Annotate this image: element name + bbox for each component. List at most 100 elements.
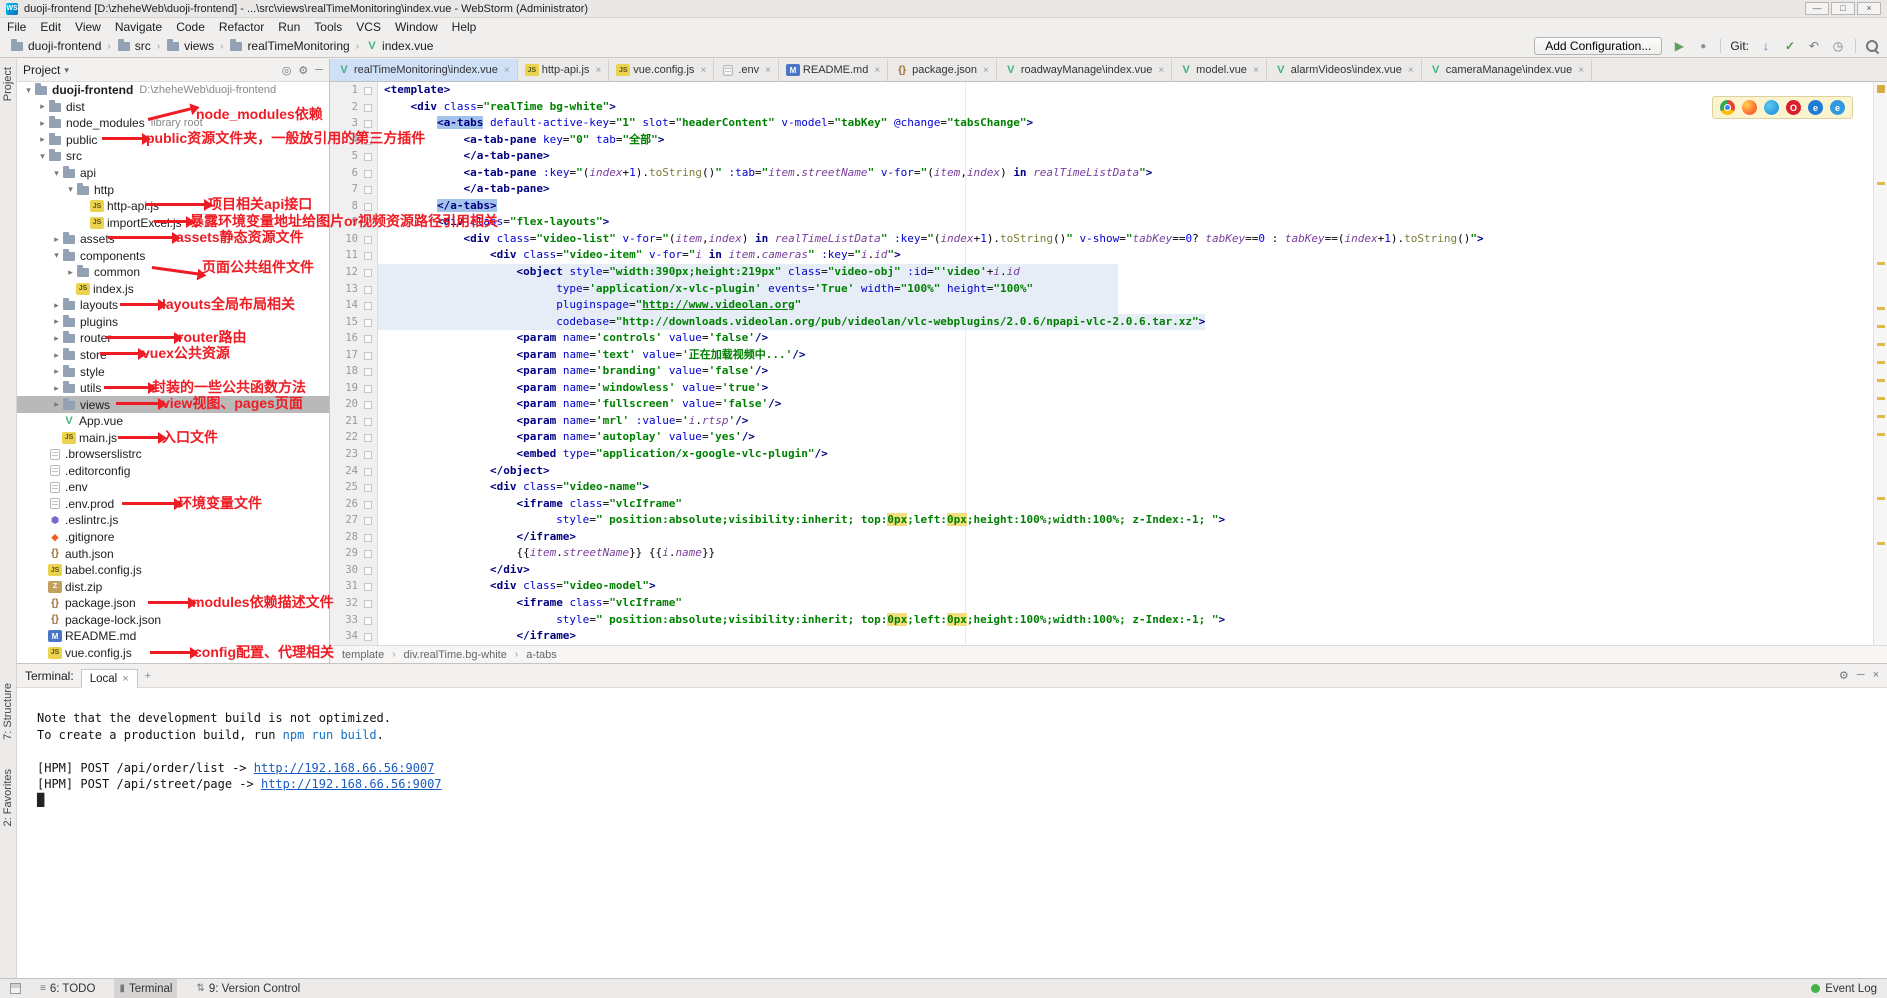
tab-close-icon[interactable]: × [1578,65,1584,76]
fold-marker[interactable] [362,214,373,231]
code-line[interactable]: 32 <iframe class="vlcIframe" [330,595,1887,612]
statusbar-item-terminal[interactable]: ▮Terminal [114,979,177,998]
fold-marker[interactable] [362,612,373,629]
chrome-icon[interactable] [1720,100,1735,115]
code-line[interactable]: 13 type='application/x-vlc-plugin' event… [330,281,1887,298]
close-icon[interactable]: × [1857,2,1881,15]
fold-marker[interactable] [362,132,373,149]
add-configuration-button[interactable]: Add Configuration... [1534,37,1662,55]
tree-item[interactable]: ⬢.eslintrc.js [17,512,329,529]
fold-marker[interactable] [362,247,373,264]
opera-icon[interactable]: O [1786,100,1801,115]
ie-icon[interactable]: e [1808,100,1823,115]
code-line[interactable]: 3 <a-tabs default-active-key="1" slot="h… [330,115,1887,132]
tab-close-icon[interactable]: × [700,65,706,76]
minimize-icon[interactable]: ─ [1857,669,1865,682]
statusbar-item-version-control[interactable]: ⇅9: Version Control [191,979,305,998]
tree-item[interactable]: ▸node_moduleslibrary root [17,115,329,132]
terminal-link[interactable]: http://192.168.66.56:9007 [254,761,435,775]
close-icon[interactable]: × [122,673,128,685]
terminal-line[interactable]: [HPM] POST /api/street/page -> http://19… [37,776,1887,792]
tree-item[interactable]: ▸router [17,330,329,347]
new-terminal-icon[interactable]: + [145,670,151,682]
editor-tab[interactable]: JShttp-api.js× [518,59,610,81]
settings-icon[interactable]: ⚙ [298,64,308,77]
tree-item[interactable]: ▸views [17,396,329,413]
code-line[interactable]: 27 style=" position:absolute;visibility:… [330,512,1887,529]
code-line[interactable]: 5 </a-tab-pane> [330,148,1887,165]
chevron-collapsed-icon[interactable]: ▸ [51,316,62,327]
event-log-icon[interactable] [1811,984,1820,993]
tree-item[interactable]: ▸utils [17,380,329,397]
tree-item[interactable]: {}auth.json [17,545,329,562]
terminal-link[interactable]: http://192.168.66.56:9007 [261,777,442,791]
menu-item-run[interactable]: Run [271,20,307,34]
fold-marker[interactable] [362,347,373,364]
chevron-collapsed-icon[interactable]: ▸ [51,333,62,344]
fold-marker[interactable] [362,380,373,397]
code-line[interactable]: 21 <param name='mrl' :value='i.rtsp'/> [330,413,1887,430]
chevron-expanded-icon[interactable]: ▾ [65,184,76,195]
tree-item[interactable]: ▸dist [17,99,329,116]
editor-tab[interactable]: JSvue.config.js× [609,59,714,81]
tree-item[interactable]: .editorconfig [17,463,329,480]
terminal-line[interactable] [37,743,1887,759]
tab-close-icon[interactable]: × [1408,65,1414,76]
fold-marker[interactable] [362,595,373,612]
close-icon[interactable]: × [1873,669,1879,682]
revert-icon[interactable]: ↶ [1806,39,1822,53]
code-line[interactable]: 10 <div class="video-list" v-for="(item,… [330,231,1887,248]
tree-item[interactable]: JShttp-api.js [17,198,329,215]
editor-tab[interactable]: MREADME.md× [779,59,888,81]
terminal-line[interactable]: To create a production build, run npm ru… [37,727,1887,743]
tree-item[interactable]: .env [17,479,329,496]
tree-item[interactable]: JSimportExcel.js [17,214,329,231]
tree-item[interactable]: ▸public [17,132,329,149]
editor-tab[interactable]: {}package.json× [888,59,997,81]
code-line[interactable]: 34 </iframe> [330,628,1887,645]
menu-item-code[interactable]: Code [169,20,212,34]
edge-icon[interactable]: e [1830,100,1845,115]
fold-marker[interactable] [362,330,373,347]
tree-item[interactable]: ▸assets [17,231,329,248]
fold-marker[interactable] [362,297,373,314]
firefox-icon[interactable] [1742,100,1757,115]
editor-tab[interactable]: VcameraManage\index.vue× [1422,59,1592,81]
terminal-line[interactable]: [HPM] POST /api/order/list -> http://192… [37,760,1887,776]
tool-stripe-structure[interactable]: 7: Structure [2,683,14,740]
fold-marker[interactable] [362,165,373,182]
fold-marker[interactable] [362,82,373,99]
fold-marker[interactable] [362,115,373,132]
tab-close-icon[interactable]: × [1158,65,1164,76]
code-line[interactable]: 30 </div> [330,562,1887,579]
code-line[interactable]: 23 <embed type="application/x-google-vlc… [330,446,1887,463]
editor-breadcrumb-item[interactable]: div.realTime.bg-white [402,649,509,661]
editor-tab[interactable]: Vmodel.vue× [1172,59,1267,81]
fold-marker[interactable] [362,413,373,430]
code-area[interactable]: 1<template>2 <div class="realTime bg-whi… [330,82,1887,645]
run-icon[interactable]: ▶ [1671,39,1687,53]
code-line[interactable]: 11 <div class="video-item" v-for="i in i… [330,247,1887,264]
chevron-collapsed-icon[interactable]: ▸ [65,267,76,278]
editor-tab[interactable]: VrealTimeMonitoring\index.vue× [330,59,518,81]
tree-item[interactable]: ▾components [17,247,329,264]
project-panel-title[interactable]: Project [23,63,60,77]
menu-item-vcs[interactable]: VCS [349,20,388,34]
chevron-collapsed-icon[interactable]: ▸ [37,134,48,145]
code-line[interactable]: 7 </a-tab-pane> [330,181,1887,198]
code-line[interactable]: 12 <object style="width:390px;height:219… [330,264,1887,281]
tree-item[interactable]: JSmain.js [17,429,329,446]
tree-item[interactable]: ▾src [17,148,329,165]
chevron-collapsed-icon[interactable]: ▸ [51,350,62,361]
code-line[interactable]: 16 <param name='controls' value='false'/… [330,330,1887,347]
breadcrumb-item[interactable]: realTimeMonitoring [229,39,349,53]
tree-item[interactable]: JSvue.config.js [17,645,329,662]
tree-item[interactable]: Zdist.zip [17,578,329,595]
terminal-line[interactable]: Note that the development build is not o… [37,710,1887,726]
chevron-down-icon[interactable]: ▾ [64,65,69,76]
update-icon[interactable]: ↓ [1758,39,1774,53]
fold-marker[interactable] [362,396,373,413]
code-line[interactable]: 15 codebase="http://downloads.videolan.o… [330,314,1887,331]
code-line[interactable]: 14 pluginspage="http://www.videolan.org" [330,297,1887,314]
tree-item[interactable]: .browserslistrc [17,446,329,463]
